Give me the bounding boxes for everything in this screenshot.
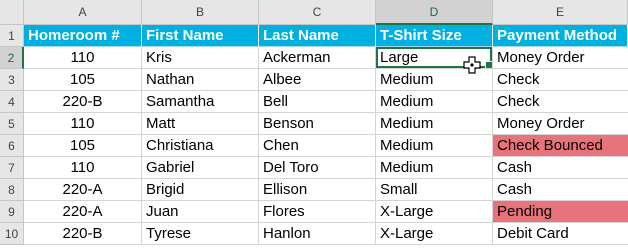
table-row: 2 110 Kris Ackerman Large Money Order <box>0 47 628 69</box>
tshirt-size-cell[interactable]: Medium <box>376 157 493 179</box>
last-name-cell[interactable]: Flores <box>259 201 376 223</box>
first-name-cell[interactable]: Matt <box>142 113 259 135</box>
homeroom-cell[interactable]: 110 <box>24 47 142 69</box>
last-name-cell[interactable]: Del Toro <box>259 157 376 179</box>
column-header-e[interactable]: E <box>493 0 628 25</box>
first-name-cell[interactable]: Nathan <box>142 69 259 91</box>
header-cell-last-name[interactable]: Last Name <box>259 25 376 47</box>
row-header[interactable]: 10 <box>0 223 24 245</box>
payment-method-cell[interactable]: Cash <box>493 157 628 179</box>
row-header[interactable]: 4 <box>0 91 24 113</box>
row-header[interactable]: 1 <box>0 25 24 47</box>
homeroom-cell[interactable]: 220-A <box>24 179 142 201</box>
first-name-cell[interactable]: Juan <box>142 201 259 223</box>
first-name-cell[interactable]: Kris <box>142 47 259 69</box>
last-name-cell[interactable]: Benson <box>259 113 376 135</box>
fill-handle[interactable] <box>485 61 492 68</box>
homeroom-cell[interactable]: 220-A <box>24 201 142 223</box>
last-name-cell[interactable]: Ackerman <box>259 47 376 69</box>
header-cell-tshirt-size[interactable]: T-Shirt Size <box>376 25 493 47</box>
header-cell-first-name[interactable]: First Name <box>142 25 259 47</box>
last-name-cell[interactable]: Hanlon <box>259 223 376 245</box>
homeroom-cell[interactable]: 220-B <box>24 91 142 113</box>
first-name-cell[interactable]: Tyrese <box>142 223 259 245</box>
payment-method-cell-flagged[interactable]: Check Bounced <box>493 135 628 157</box>
last-name-cell[interactable]: Chen <box>259 135 376 157</box>
move-cursor-icon <box>463 56 481 74</box>
payment-method-cell[interactable]: Cash <box>493 179 628 201</box>
column-header-c[interactable]: C <box>259 0 376 25</box>
last-name-cell[interactable]: Albee <box>259 69 376 91</box>
tshirt-size-cell[interactable]: X-Large <box>376 223 493 245</box>
tshirt-size-cell[interactable]: Medium <box>376 135 493 157</box>
column-header-d[interactable]: D <box>376 0 493 25</box>
header-cell-payment-method[interactable]: Payment Method <box>493 25 628 47</box>
table-header-row: 1 Homeroom # First Name Last Name T-Shir… <box>0 25 628 47</box>
tshirt-size-cell[interactable]: X-Large <box>376 201 493 223</box>
tshirt-size-cell[interactable]: Medium <box>376 91 493 113</box>
payment-method-cell[interactable]: Money Order <box>493 47 628 69</box>
homeroom-cell[interactable]: 110 <box>24 157 142 179</box>
column-header-b[interactable]: B <box>142 0 259 25</box>
payment-method-cell[interactable]: Money Order <box>493 113 628 135</box>
cell-value: Large <box>380 49 419 66</box>
row-header[interactable]: 2 <box>0 47 24 69</box>
homeroom-cell[interactable]: 105 <box>24 69 142 91</box>
first-name-cell[interactable]: Christiana <box>142 135 259 157</box>
last-name-cell[interactable]: Bell <box>259 91 376 113</box>
column-header-a[interactable]: A <box>24 0 142 25</box>
table-row: 10 220-B Tyrese Hanlon X-Large Debit Car… <box>0 223 628 245</box>
first-name-cell[interactable]: Gabriel <box>142 157 259 179</box>
payment-method-cell[interactable]: Debit Card <box>493 223 628 245</box>
homeroom-cell[interactable]: 105 <box>24 135 142 157</box>
homeroom-cell[interactable]: 110 <box>24 113 142 135</box>
table-row: 6 105 Christiana Chen Medium Check Bounc… <box>0 135 628 157</box>
row-header[interactable]: 5 <box>0 113 24 135</box>
payment-method-cell[interactable]: Check <box>493 91 628 113</box>
row-header[interactable]: 9 <box>0 201 24 223</box>
first-name-cell[interactable]: Samantha <box>142 91 259 113</box>
row-header[interactable]: 3 <box>0 69 24 91</box>
tshirt-size-cell[interactable]: Small <box>376 179 493 201</box>
column-header-row: A B C D E <box>0 0 628 25</box>
last-name-cell[interactable]: Ellison <box>259 179 376 201</box>
first-name-cell[interactable]: Brigid <box>142 179 259 201</box>
table-row: 4 220-B Samantha Bell Medium Check <box>0 91 628 113</box>
table-row: 7 110 Gabriel Del Toro Medium Cash <box>0 157 628 179</box>
tshirt-size-cell[interactable]: Medium <box>376 113 493 135</box>
header-cell-homeroom[interactable]: Homeroom # <box>24 25 142 47</box>
table-row: 3 105 Nathan Albee Medium Check <box>0 69 628 91</box>
row-header[interactable]: 7 <box>0 157 24 179</box>
spreadsheet-grid: A B C D E 1 Homeroom # First Name Last N… <box>0 0 628 248</box>
payment-method-cell-flagged[interactable]: Pending <box>493 201 628 223</box>
table-row: 9 220-A Juan Flores X-Large Pending <box>0 201 628 223</box>
payment-method-cell[interactable]: Check <box>493 69 628 91</box>
row-header[interactable]: 8 <box>0 179 24 201</box>
select-all-corner[interactable] <box>0 0 24 25</box>
table-row: 5 110 Matt Benson Medium Money Order <box>0 113 628 135</box>
homeroom-cell[interactable]: 220-B <box>24 223 142 245</box>
row-header[interactable]: 6 <box>0 135 24 157</box>
table-row: 8 220-A Brigid Ellison Small Cash <box>0 179 628 201</box>
